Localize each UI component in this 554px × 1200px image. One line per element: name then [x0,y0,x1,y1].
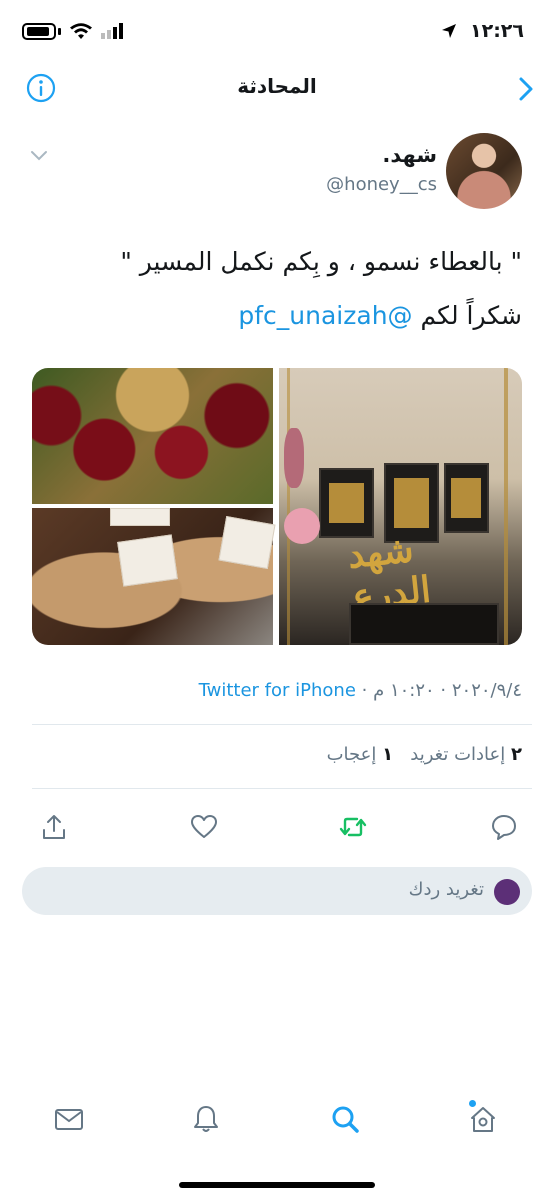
notifications-icon[interactable] [191,1104,221,1134]
retweets-stat[interactable]: ٢ إعادات تغريد [410,744,522,765]
battery-icon [22,22,56,40]
retweet-icon[interactable] [339,813,367,841]
media-caption-text: شهد الدرع [345,528,433,619]
media-photo-gifts[interactable] [32,508,276,645]
retweets-label: إعادات تغريد [410,744,506,765]
reply-composer[interactable]: تغريد ردك [22,867,532,915]
media-grid: شهد الدرع [32,368,522,645]
tweet-text-line-1: " بالعطاء نسمو ، و بِكم نكمل المسير " [120,247,522,276]
wifi-icon [70,23,92,39]
tweet-text: " بالعطاء نسمو ، و بِكم نكمل المسير " شك… [32,235,522,343]
heart-icon[interactable] [190,813,218,841]
back-chevron-icon[interactable] [516,76,536,102]
tweet-timestamp: ٢٠٢٠/٩/٤ · ١٠:٢٠ م · [355,680,522,701]
page-title: المحادثة [237,74,317,98]
author-handle[interactable]: @honey__cs [326,174,437,195]
media-photo-roses[interactable] [32,368,273,504]
tweet-text-prefix: شكراً لكم [412,301,522,330]
status-time: ١٢:٢٦ [470,20,524,42]
author-display-name[interactable]: شهد. [382,143,437,167]
likes-count: ١ [382,744,394,765]
battery-tip [58,27,61,35]
search-icon[interactable] [330,1104,360,1134]
likes-label: إعجاب [326,744,377,765]
divider [32,788,532,789]
home-icon[interactable] [468,1104,498,1134]
status-indicators [22,22,123,40]
reply-icon[interactable] [490,813,518,841]
reply-avatar [494,879,520,905]
retweets-count: ٢ [511,744,522,765]
divider [32,724,532,725]
location-arrow-icon [442,24,456,38]
tweet-source-link[interactable]: Twitter for iPhone [199,680,356,701]
share-icon[interactable] [40,813,68,841]
tweet-meta: ٢٠٢٠/٩/٤ · ١٠:٢٠ م · Twitter for iPhone [199,680,522,701]
nav-bar: المحادثة [0,64,554,114]
tweet-text-line-2: شكراً لكم @pfc_unaizah [32,289,522,343]
cellular-signal-icon [101,23,123,39]
home-indicator [179,1182,375,1188]
status-bar: ١٢:٢٦ [0,0,554,64]
mention-link[interactable]: @pfc_unaizah [238,301,412,330]
author-avatar[interactable] [446,133,522,209]
reply-placeholder: تغريد ردك [408,879,484,900]
tweet-stats: ٢ إعادات تغريد ١ إعجاب [327,744,522,765]
chevron-down-icon[interactable] [30,150,48,162]
messages-icon[interactable] [54,1104,84,1134]
likes-stat[interactable]: ١ إعجاب [327,744,394,765]
media-photo-awards[interactable]: شهد الدرع [279,368,522,645]
